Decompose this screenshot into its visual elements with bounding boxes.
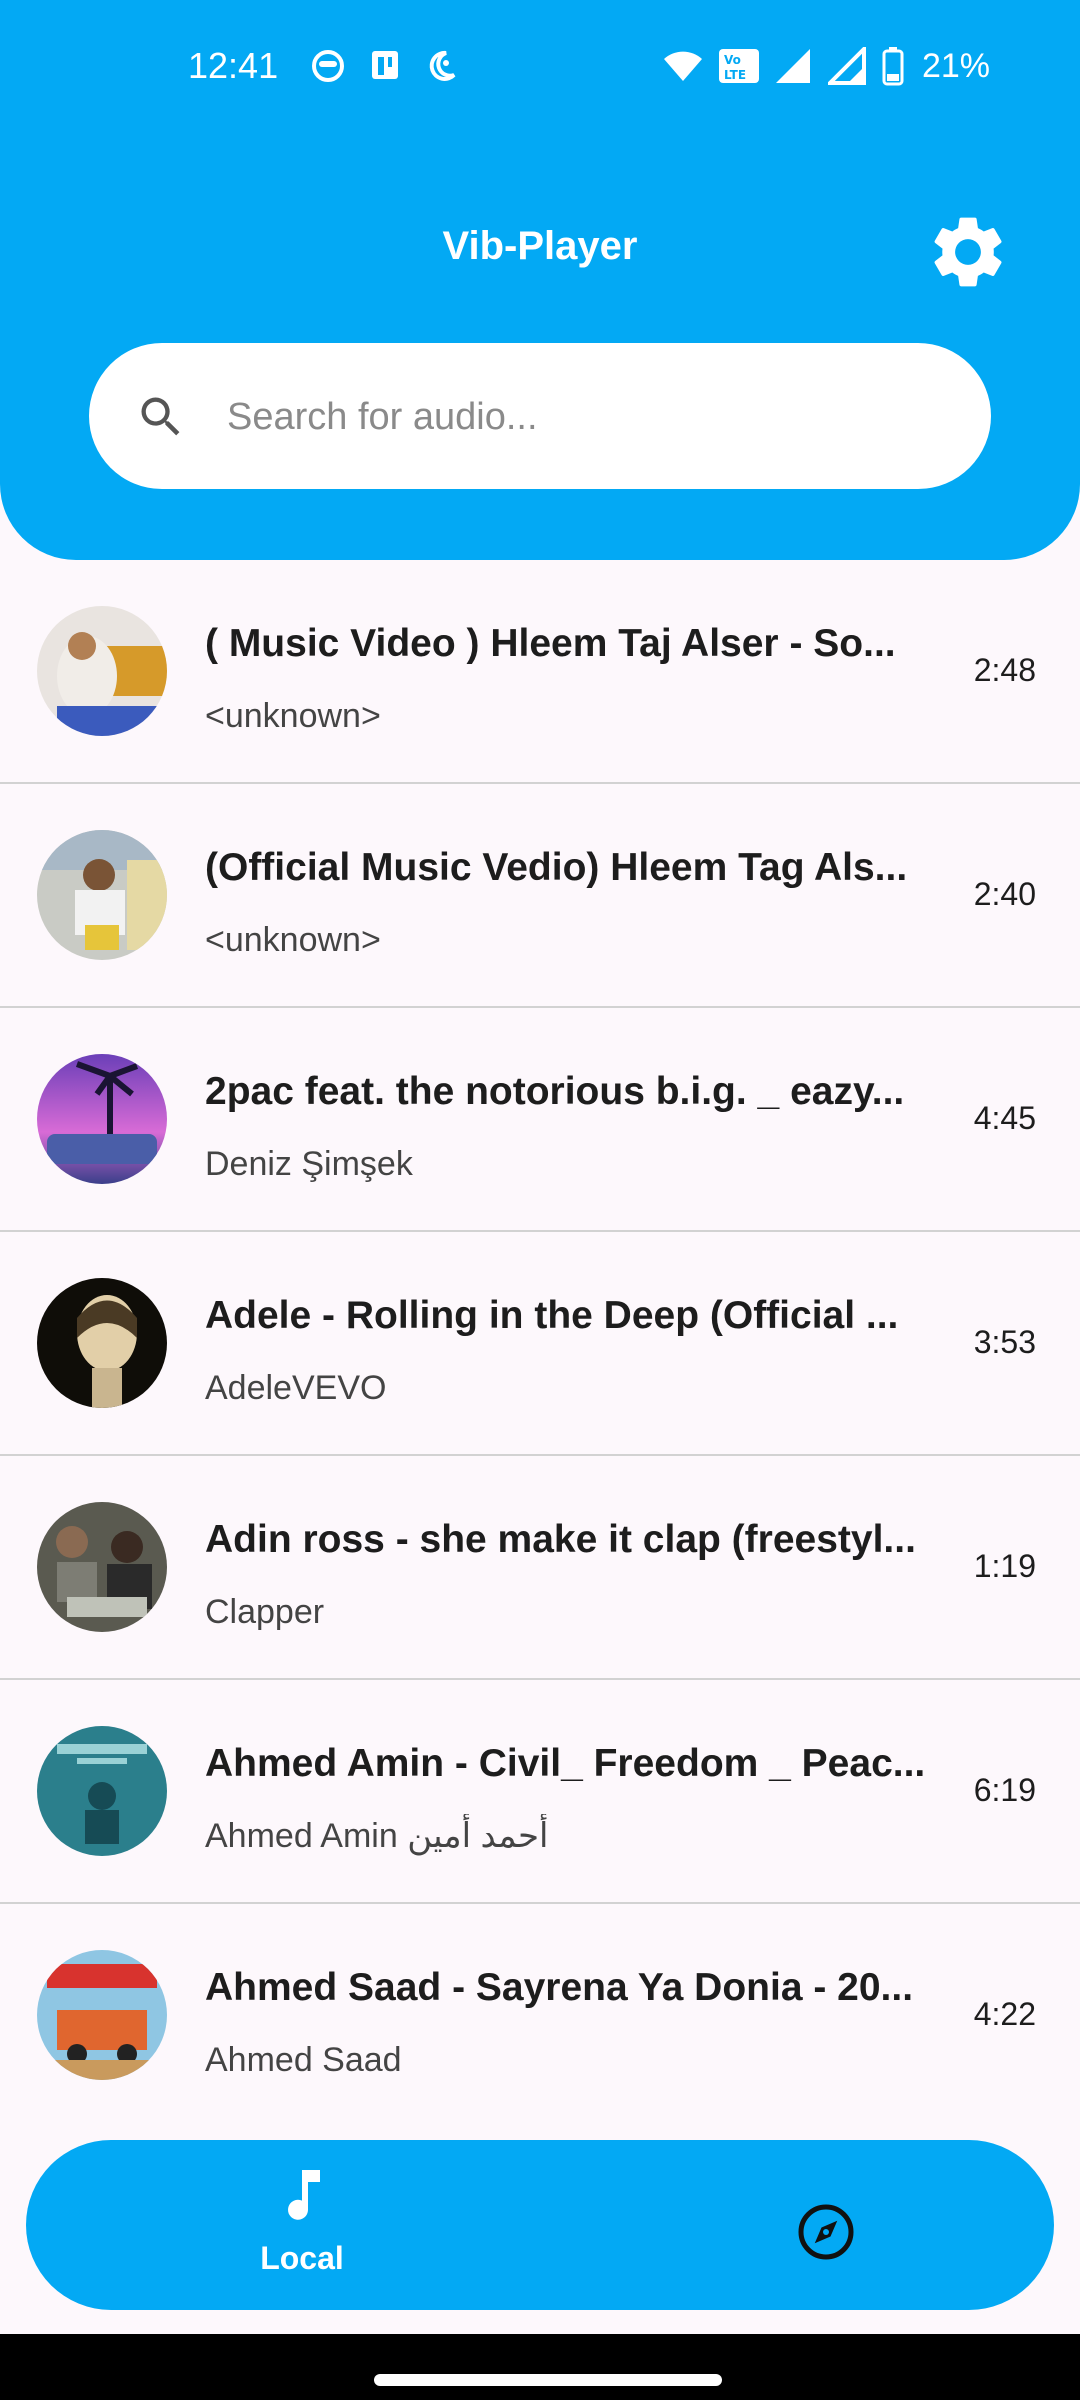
- track-title: Adele - Rolling in the Deep (Official ..…: [205, 1294, 899, 1337]
- app-title: Vib-Player: [442, 224, 638, 268]
- do-not-disturb-moon-icon: [424, 49, 458, 83]
- track-thumbnail: [37, 830, 167, 960]
- track-thumbnail: [37, 1278, 167, 1408]
- bottom-navigation: Local: [26, 2140, 1054, 2310]
- track-title: Ahmed Amin - Civil_ Freedom _ Peac...: [205, 1742, 926, 1785]
- track-list: ( Music Video ) Hleem Taj Alser - So... …: [0, 560, 1080, 2120]
- track-row[interactable]: ( Music Video ) Hleem Taj Alser - So... …: [0, 560, 1080, 784]
- nav-tab-local-label: Local: [260, 2240, 344, 2276]
- track-artist: Deniz Şimşek: [205, 1145, 413, 1183]
- app-header: 12:41 Vo LTE 21% Vib-Player Search for a…: [0, 0, 1080, 560]
- track-duration: 1:19: [973, 1548, 1036, 1584]
- search-bar[interactable]: [89, 343, 991, 489]
- track-artist: Clapper: [205, 1593, 325, 1631]
- track-row[interactable]: Ahmed Amin - Civil_ Freedom _ Peac... Ah…: [0, 1680, 1080, 1904]
- status-system-icons: Vo LTE 21%: [662, 44, 990, 88]
- track-artist: <unknown>: [205, 921, 381, 959]
- app-screen: 12:41 Vo LTE 21% Vib-Player Search for a…: [0, 0, 1080, 2400]
- track-artist: Ahmed Amin أحمد أمين: [205, 1817, 549, 1855]
- track-row[interactable]: Ahmed Saad - Sayrena Ya Donia - 20... Ah…: [0, 1904, 1080, 2120]
- track-thumbnail: [37, 1726, 167, 1856]
- track-artist: Ahmed Saad: [205, 2041, 402, 2079]
- gear-icon: [934, 217, 1002, 287]
- svg-text:Vo: Vo: [724, 53, 741, 67]
- track-thumbnail: [37, 1950, 167, 2080]
- ghost-notification-icon: [310, 48, 346, 84]
- settings-button[interactable]: [920, 204, 1016, 300]
- compass-icon: [798, 2204, 854, 2260]
- svg-text:LTE: LTE: [724, 68, 746, 82]
- track-row[interactable]: (Official Music Vedio) Hleem Tag Als... …: [0, 784, 1080, 1008]
- track-duration: 2:40: [973, 876, 1036, 912]
- track-duration: 4:45: [973, 1100, 1036, 1136]
- battery-percent: 21%: [921, 46, 990, 85]
- wifi-icon: [662, 49, 704, 83]
- track-artist: <unknown>: [205, 697, 381, 735]
- track-thumbnail: [37, 1502, 167, 1632]
- music-note-icon: [288, 2170, 320, 2220]
- track-title: ( Music Video ) Hleem Taj Alser - So...: [205, 622, 896, 665]
- battery-icon: [882, 46, 904, 86]
- search-input[interactable]: [225, 379, 949, 455]
- track-row[interactable]: Adele - Rolling in the Deep (Official ..…: [0, 1232, 1080, 1456]
- track-duration: 3:53: [973, 1324, 1036, 1360]
- nav-tab-local[interactable]: Local: [202, 2162, 402, 2288]
- search-icon: [141, 397, 180, 436]
- track-title: (Official Music Vedio) Hleem Tag Als...: [205, 846, 908, 889]
- track-row[interactable]: Adin ross - she make it clap (freestyl..…: [0, 1456, 1080, 1680]
- track-title: 2pac feat. the notorious b.i.g. _ eazy..…: [205, 1070, 905, 1113]
- system-navigation-bar: [0, 2334, 1080, 2400]
- track-thumbnail: [37, 606, 167, 736]
- track-title: Ahmed Saad - Sayrena Ya Donia - 20...: [205, 1966, 914, 2009]
- status-bar: 12:41 Vo LTE 21%: [0, 0, 1080, 136]
- track-row[interactable]: 2pac feat. the notorious b.i.g. _ eazy..…: [0, 1008, 1080, 1232]
- clipboard-notification-icon: [366, 47, 404, 85]
- status-notification-icons: [310, 46, 458, 86]
- track-thumbnail: [37, 1054, 167, 1184]
- track-title: Adin ross - she make it clap (freestyl..…: [205, 1518, 916, 1561]
- track-artist: AdeleVEVO: [205, 1369, 387, 1407]
- signal-r-icon: [774, 47, 814, 85]
- signal-icon: [827, 47, 868, 85]
- status-time: 12:41: [188, 45, 279, 86]
- nav-tab-explore[interactable]: [778, 2184, 874, 2280]
- track-duration: 2:48: [973, 652, 1036, 688]
- home-gesture-handle[interactable]: [374, 2374, 722, 2386]
- volte-icon: Vo LTE: [718, 47, 760, 85]
- track-duration: 4:22: [973, 1996, 1036, 2032]
- track-duration: 6:19: [973, 1772, 1036, 1808]
